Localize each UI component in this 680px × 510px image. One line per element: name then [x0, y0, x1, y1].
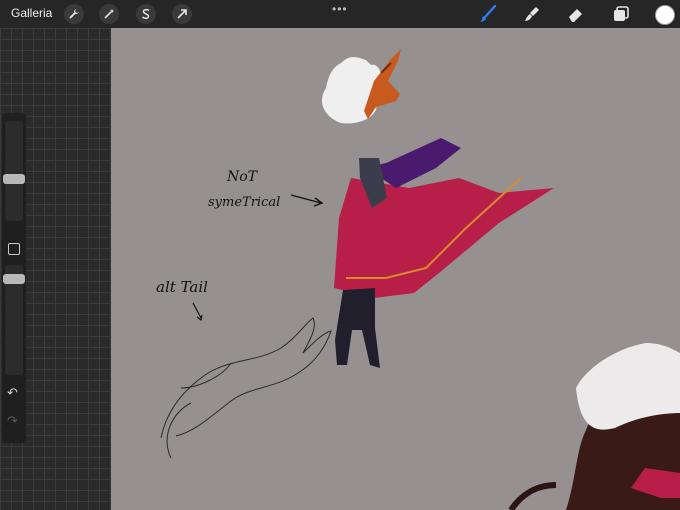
- annotation-symmetrical: symeTrical: [208, 195, 281, 210]
- gallery-button[interactable]: Galleria: [11, 6, 52, 20]
- opacity-thumb[interactable]: [3, 274, 25, 284]
- magic-wand-icon[interactable]: [99, 4, 119, 24]
- color-picker-swatch[interactable]: [655, 5, 675, 25]
- eraser-icon[interactable]: [566, 4, 586, 24]
- brush-size-thumb[interactable]: [3, 174, 25, 184]
- smudge-icon[interactable]: [522, 4, 542, 24]
- artwork: [160, 49, 680, 510]
- brush-icon[interactable]: [478, 4, 498, 24]
- layers-icon[interactable]: [611, 4, 631, 24]
- brush-size-slider[interactable]: [5, 121, 23, 221]
- left-grid-panel: ↶ ↷: [0, 28, 111, 510]
- drawing-canvas[interactable]: NoT symeTrical alt Tail: [111, 28, 680, 510]
- annotation-not: NoT: [227, 169, 258, 185]
- annotation-alt-tail: alt Tail: [156, 278, 208, 296]
- undo-button[interactable]: ↶: [7, 385, 18, 401]
- more-actions-button[interactable]: •••: [332, 2, 348, 16]
- arrow-transform-icon[interactable]: [172, 4, 192, 24]
- selection-s-icon[interactable]: [136, 4, 156, 24]
- top-toolbar: Galleria •••: [0, 0, 680, 28]
- modify-square-button[interactable]: [8, 243, 20, 255]
- wrench-icon[interactable]: [64, 4, 84, 24]
- sidebar: ↶ ↷: [2, 113, 26, 443]
- redo-button[interactable]: ↷: [7, 413, 18, 429]
